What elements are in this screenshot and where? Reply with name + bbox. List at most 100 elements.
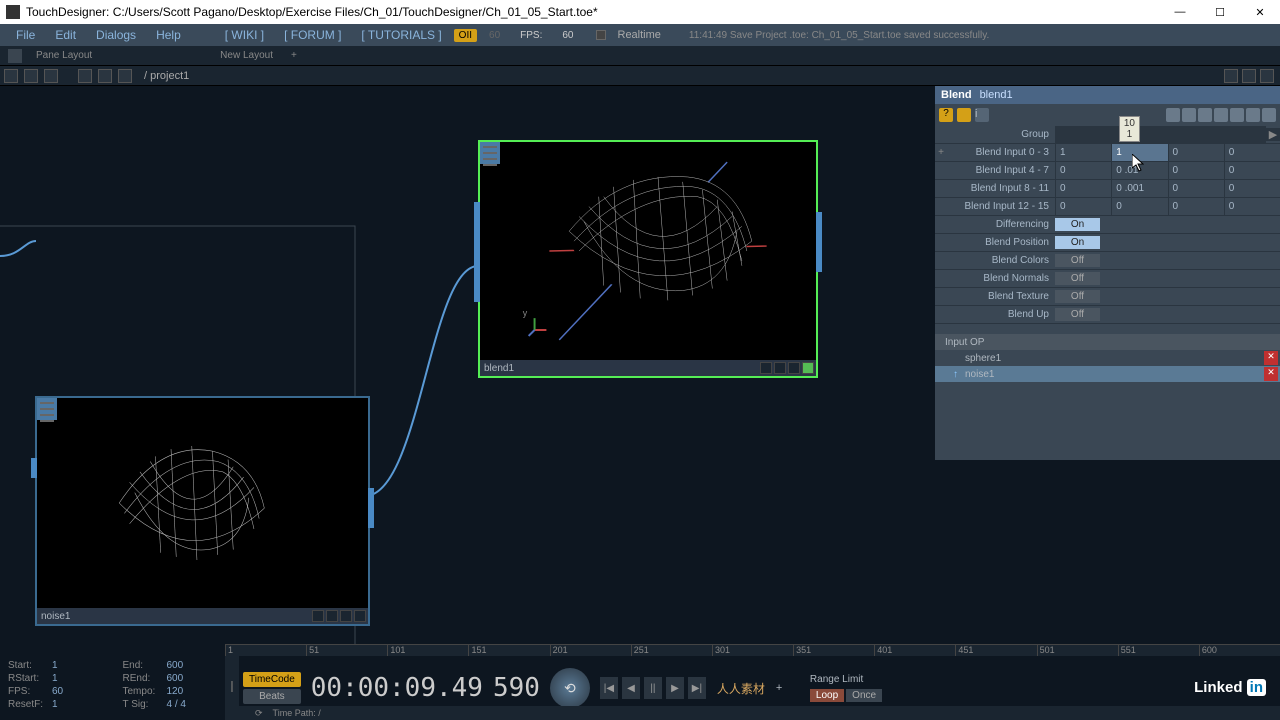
page-icon-7[interactable] [1262,108,1276,122]
nav-star-icon[interactable] [98,69,112,83]
link-forum[interactable]: [ FORUM ] [276,26,349,44]
param-value-2[interactable]: 0 [1168,180,1224,197]
param-value-1[interactable]: 0 .001 [1111,180,1167,197]
output-connector[interactable] [368,488,374,528]
help-icon[interactable]: ? [939,108,953,122]
param-value-3[interactable]: 0 [1224,180,1280,197]
menu-help[interactable]: Help [148,26,189,44]
group-input[interactable] [1055,126,1266,143]
realtime-checkbox[interactable] [596,30,606,40]
toggle-button[interactable]: Off [1055,290,1100,303]
close-button[interactable]: ✕ [1240,0,1280,24]
stat-value[interactable]: 1 [52,673,58,686]
page-icon-6[interactable] [1246,108,1260,122]
param-value-0[interactable]: 0 [1055,198,1111,215]
page-icon-1[interactable] [1166,108,1180,122]
node-wand-icon[interactable] [483,158,497,160]
timeline-ruler[interactable]: 151101151201251301351401451501551600 [225,644,1280,656]
expand-icon[interactable]: + [935,147,947,158]
toggle-button[interactable]: On [1055,218,1100,231]
timecode-button[interactable]: TimeCode [243,672,301,687]
input-connector[interactable] [474,202,480,302]
add-layout-button[interactable]: + [287,50,301,61]
nav-add-icon[interactable] [78,69,92,83]
node-gear-icon[interactable] [40,420,54,422]
node-view-icon[interactable] [483,146,497,148]
menu-file[interactable]: File [8,26,43,44]
nav-arrow-icon[interactable] [118,69,132,83]
page-icon-5[interactable] [1230,108,1244,122]
node-gear-icon[interactable] [483,164,497,166]
view-icon-1[interactable] [1224,69,1238,83]
delete-input-button[interactable]: ✕ [1264,367,1278,381]
node-flag-1[interactable] [312,610,324,622]
stat-value[interactable]: 1 [52,699,58,712]
frame-display[interactable]: 590 [493,673,540,703]
nav-box-icon[interactable] [24,69,38,83]
param-value-3[interactable]: 0 [1224,144,1280,161]
plus-button[interactable]: + [776,682,794,694]
maximize-button[interactable]: ☐ [1200,0,1240,24]
page-icon-4[interactable] [1214,108,1228,122]
info-icon[interactable]: i [975,108,989,122]
op-name[interactable]: blend1 [980,89,1013,101]
timecode-display[interactable]: 00:00:09.49 [311,673,483,703]
stat-value[interactable]: 600 [167,673,184,686]
beats-button[interactable]: Beats [243,689,301,704]
toggle-button[interactable]: Off [1055,272,1100,285]
new-layout-button[interactable]: New Layout [216,50,277,61]
loop-button[interactable]: Loop [810,689,844,702]
inputop-row[interactable]: sphere1✕ [935,350,1280,366]
stat-value[interactable]: 60 [52,686,63,699]
param-value-2[interactable]: 0 [1168,198,1224,215]
node-pen-icon[interactable] [40,408,54,410]
input-connector[interactable] [31,458,37,478]
stat-value[interactable]: 120 [167,686,184,699]
menu-dialogs[interactable]: Dialogs [88,26,144,44]
param-value-3[interactable]: 0 [1224,198,1280,215]
node-flag-2[interactable] [326,610,338,622]
param-value-0[interactable]: 0 [1055,162,1111,179]
node-viewer[interactable]: y [500,142,816,360]
forward-end-button[interactable]: ▶| [688,677,706,699]
node-noise1[interactable]: noise1 [35,396,370,626]
pane-layout-button[interactable]: Pane Layout [32,50,96,61]
param-value-3[interactable]: 0 [1224,162,1280,179]
inputop-row[interactable]: ↑noise1✕ [935,366,1280,382]
node-flag-3[interactable] [340,610,352,622]
menu-edit[interactable]: Edit [47,26,84,44]
node-flag-1[interactable] [760,362,772,374]
node-pen-icon[interactable] [483,152,497,154]
pause-button[interactable]: || [644,677,662,699]
page-icon-2[interactable] [1182,108,1196,122]
layout-icon[interactable] [8,49,22,63]
node-flag-3[interactable] [788,362,800,374]
badge-oii[interactable]: OII [454,29,477,42]
view-icon-3[interactable] [1260,69,1274,83]
param-value-0[interactable]: 0 [1055,180,1111,197]
node-flag-2[interactable] [774,362,786,374]
once-button[interactable]: Once [846,689,882,702]
delete-input-button[interactable]: ✕ [1264,351,1278,365]
param-value-2[interactable]: 0 [1168,144,1224,161]
path-text[interactable]: / project1 [138,70,189,82]
step-fwd-button[interactable]: ▶ [666,677,684,699]
page-icon-3[interactable] [1198,108,1212,122]
nav-plus-icon[interactable] [4,69,18,83]
rewind-button[interactable]: |◀ [600,677,618,699]
stat-value[interactable]: 4 / 4 [167,699,186,712]
param-value-1[interactable]: 0 [1111,198,1167,215]
stat-value[interactable]: 1 [52,660,58,673]
toggle-button[interactable]: Off [1055,254,1100,267]
link-tutorials[interactable]: [ TUTORIALS ] [353,26,449,44]
node-blend1[interactable]: y blend1 [478,140,818,378]
node-flag-4[interactable] [802,362,814,374]
stat-value[interactable]: 600 [167,660,184,673]
node-viewer[interactable] [57,398,368,608]
output-connector[interactable] [816,212,822,272]
node-view-icon[interactable] [40,402,54,404]
node-wand-icon[interactable] [40,414,54,416]
param-value-0[interactable]: 1 [1055,144,1111,161]
param-icon-2[interactable] [957,108,971,122]
nav-stack-icon[interactable] [44,69,58,83]
